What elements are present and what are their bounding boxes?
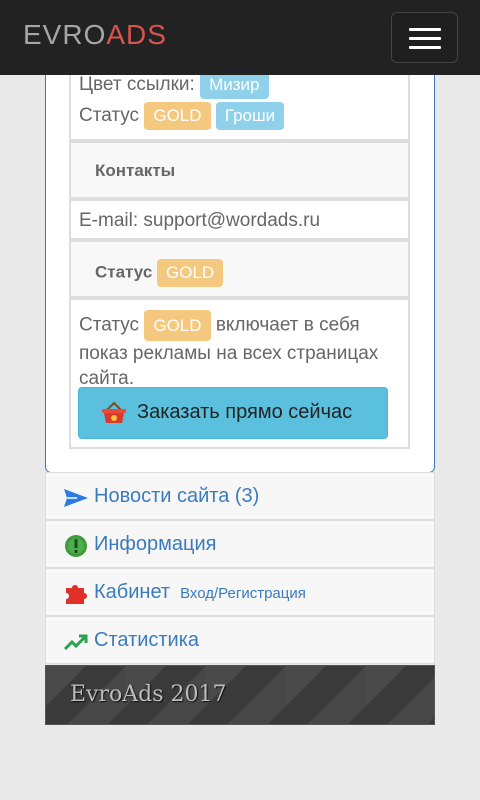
- menu-item-info[interactable]: Информация: [45, 520, 435, 568]
- hamburger-bar: [409, 28, 441, 31]
- trending-up-icon: [63, 634, 88, 651]
- hamburger-bar: [409, 46, 441, 49]
- menu-item-news[interactable]: Новости сайта (3): [45, 472, 435, 520]
- status-description: Статус GOLD включает в себя показ реклам…: [79, 310, 409, 391]
- link-color-row: Цвет ссылки: Мизир: [79, 71, 269, 99]
- status-heading-cell: Статус GOLD: [69, 240, 410, 298]
- contacts-heading-cell: Контакты: [69, 141, 410, 199]
- status-gold-badge: GOLD: [144, 102, 211, 130]
- email-text[interactable]: E-mail: support@wordads.ru: [79, 210, 320, 232]
- link-color-label: Цвет ссылки:: [79, 74, 195, 96]
- menu-item-cabinet-label: Кабинет: [94, 581, 171, 603]
- footer-text: EvroAds 2017: [70, 682, 227, 707]
- email-cell: E-mail: support@wordads.ru: [69, 199, 410, 240]
- status-heading: Статус: [95, 262, 153, 282]
- shopping-basket-icon: [102, 401, 126, 423]
- menu-item-cabinet-row: Кабинет Вход/Регистрация: [94, 581, 306, 604]
- order-now-button[interactable]: Заказать прямо сейчас: [78, 387, 388, 439]
- status-row: Статус GOLD Гроши: [79, 102, 285, 130]
- navbar: EVROADS: [0, 0, 480, 75]
- desc-line3: сайта.: [79, 368, 135, 389]
- menu-item-news-label: Новости сайта (3): [94, 485, 260, 507]
- puzzle-icon: [66, 585, 87, 604]
- info-badge-icon: [65, 535, 87, 557]
- status-label: Статус: [79, 105, 140, 127]
- menu-item-stats-label: Статистика: [94, 629, 200, 651]
- status-heading-row: Статус GOLD: [95, 259, 224, 287]
- order-now-label: Заказать прямо сейчас: [137, 401, 353, 423]
- desc-line2: показ рекламы на всех страницах: [79, 343, 379, 364]
- status-heading-badge: GOLD: [157, 259, 224, 287]
- desc-gold-badge: GOLD: [144, 310, 211, 341]
- menu-item-info-label: Информация: [94, 533, 217, 555]
- login-register-link[interactable]: Вход/Регистрация: [180, 585, 306, 602]
- menu-item-cabinet[interactable]: Кабинет Вход/Регистрация: [45, 568, 435, 616]
- footer-banner: EvroAds 2017: [45, 665, 435, 725]
- desc-prefix: Статус: [79, 314, 140, 336]
- contacts-heading: Контакты: [95, 161, 176, 180]
- brand-logo[interactable]: EVROADS: [23, 19, 167, 51]
- menu-item-stats[interactable]: Статистика: [45, 616, 435, 664]
- send-icon: [64, 489, 88, 507]
- desc-suffix: включает в себя: [215, 314, 360, 336]
- brand-part-evro: EVRO: [23, 19, 107, 50]
- link-color-badge: Мизир: [200, 71, 269, 99]
- status-groshi-badge: Гроши: [215, 102, 285, 130]
- hamburger-bar: [409, 37, 441, 40]
- brand-part-ads: ADS: [106, 19, 167, 50]
- menu-toggle-button[interactable]: [391, 12, 458, 63]
